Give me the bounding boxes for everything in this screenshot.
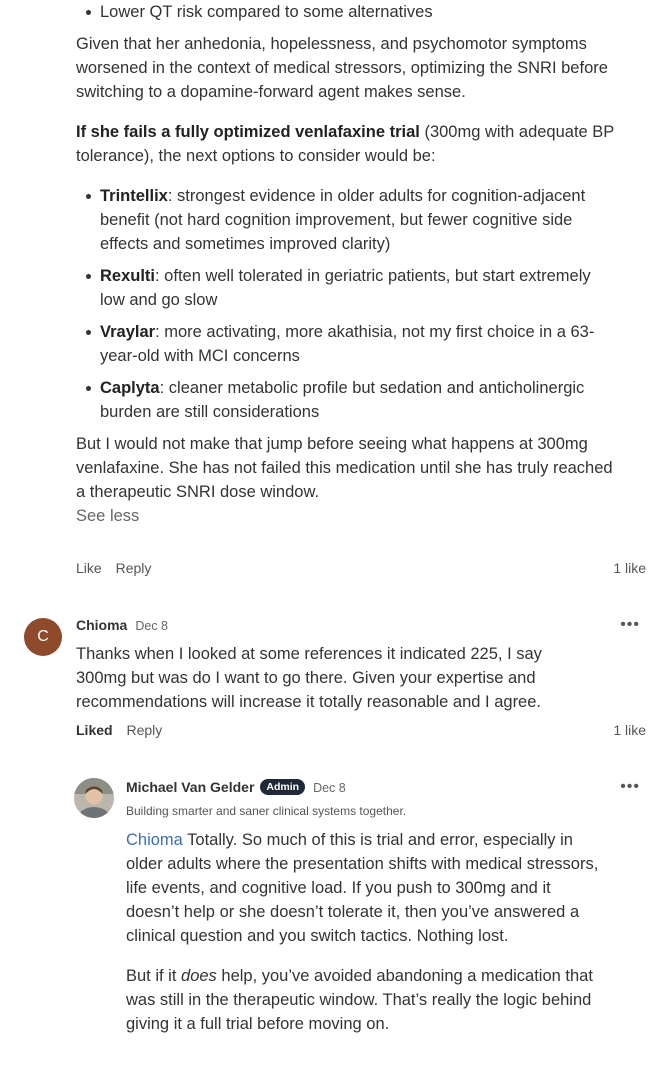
post-paragraph-2: If she fails a fully optimized venlafaxi… — [76, 120, 616, 168]
option-text: : cleaner metabolic profile but sedation… — [100, 379, 585, 421]
mention-link[interactable]: Chioma — [126, 831, 183, 849]
post-paragraph-2-bold: If she fails a fully optimized venlafaxi… — [76, 123, 420, 141]
reply-button[interactable]: Reply — [116, 560, 152, 576]
option-text: : often well tolerated in geriatric pati… — [100, 267, 591, 309]
list-item: Rexulti: often well tolerated in geriatr… — [76, 264, 616, 312]
list-item: Lower QT risk compared to some alternati… — [76, 0, 616, 24]
option-name: Vraylar — [100, 323, 156, 341]
like-button[interactable]: Like — [76, 560, 102, 576]
comment-header: Michael Van Gelder Admin Dec 8 — [126, 779, 346, 797]
emphasis: does — [181, 967, 217, 985]
reply-button[interactable]: Reply — [126, 722, 162, 738]
comment-text: Chioma Totally. So much of this is trial… — [126, 828, 606, 1036]
options-list: Trintellix: strongest evidence in older … — [76, 184, 616, 424]
comment-actions: Liked Reply — [76, 722, 172, 738]
option-name: Rexulti — [100, 267, 156, 285]
more-options-icon[interactable]: ••• — [620, 616, 640, 634]
option-name: Caplyta — [100, 379, 160, 397]
like-count[interactable]: 1 like — [613, 560, 646, 576]
comment-text: Thanks when I looked at some references … — [76, 645, 542, 711]
author-tagline: Building smarter and saner clinical syst… — [126, 804, 407, 818]
avatar[interactable]: C — [24, 618, 62, 656]
list-item: Trintellix: strongest evidence in older … — [76, 184, 616, 256]
post-paragraph-1: Given that her anhedonia, hopelessness, … — [76, 35, 608, 101]
avatar-letter: C — [37, 628, 49, 645]
top-bullet-list: Lower QT risk compared to some alternati… — [76, 0, 616, 24]
comment-author[interactable]: Chioma — [76, 617, 127, 633]
comment-paragraph-1: Chioma Totally. So much of this is trial… — [126, 828, 606, 948]
comment-date: Dec 8 — [135, 619, 168, 633]
option-text: : more activating, more akathisia, not m… — [100, 323, 595, 365]
post-body: Lower QT risk compared to some alternati… — [76, 0, 616, 528]
list-item: Vraylar: more activating, more akathisia… — [76, 320, 616, 368]
admin-badge: Admin — [260, 779, 306, 795]
avatar[interactable] — [74, 778, 114, 818]
comment-paragraph-2: But if it does help, you’ve avoided aban… — [126, 967, 593, 1033]
option-name: Trintellix — [100, 187, 168, 205]
comment-author[interactable]: Michael Van Gelder — [126, 779, 254, 795]
comment-date: Dec 8 — [313, 781, 346, 795]
avatar-photo-icon — [74, 778, 114, 818]
option-text: : strongest evidence in older adults for… — [100, 187, 586, 253]
post-paragraph-3: But I would not make that jump before se… — [76, 435, 613, 501]
comment-paragraph-1-text: Totally. So much of this is trial and er… — [126, 831, 599, 945]
liked-button[interactable]: Liked — [76, 722, 113, 738]
list-item: Caplyta: cleaner metabolic profile but s… — [76, 376, 616, 424]
post-actions: Like Reply — [76, 560, 161, 576]
more-options-icon[interactable]: ••• — [620, 778, 640, 796]
see-less-link[interactable]: See less — [76, 504, 616, 528]
comment-header: Chioma Dec 8 — [76, 617, 168, 635]
like-count[interactable]: 1 like — [613, 722, 646, 738]
